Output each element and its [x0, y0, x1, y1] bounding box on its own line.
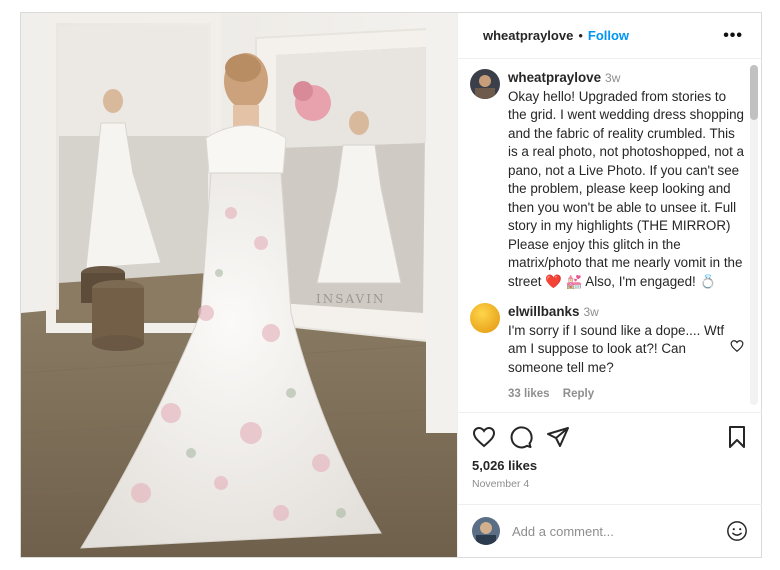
comment-username[interactable]: elwillbanks — [508, 304, 579, 319]
comment-time[interactable]: 3w — [605, 71, 620, 85]
like-comment-icon[interactable] — [730, 339, 744, 358]
wedding-dress-photo: INSAVIN — [21, 13, 457, 557]
post-photo[interactable]: INSAVIN — [21, 13, 457, 557]
comment-time[interactable]: 3w — [583, 305, 598, 319]
svg-text:INSAVIN: INSAVIN — [316, 292, 385, 306]
emoji-smiley-icon[interactable] — [726, 520, 748, 542]
follow-button[interactable]: Follow — [588, 28, 629, 43]
add-comment-input[interactable]: Add a comment... — [512, 524, 726, 539]
header-username[interactable]: wheatpraylove — [483, 28, 573, 43]
post-side-panel: wheatpraylove • Follow ••• wheatpraylove… — [457, 13, 762, 557]
reply-button[interactable]: Reply — [563, 388, 594, 400]
comment-username[interactable]: wheatpraylove — [508, 70, 601, 85]
comment-bubble-icon[interactable] — [509, 425, 533, 449]
more-options-icon[interactable]: ••• — [723, 27, 743, 45]
avatar[interactable] — [470, 69, 500, 99]
list-item: elwillbanks 3w I'm sorry if I sound like … — [470, 303, 748, 404]
caption-text: Okay hello! Upgraded from stories to the… — [508, 88, 745, 289]
save-bookmark-icon[interactable] — [726, 425, 748, 449]
comments-list[interactable]: wheatpraylove 3w Okay hello! Upgraded fro… — [458, 59, 762, 412]
comment-text: I'm sorry if I sound like a dope.... Wtf… — [508, 322, 725, 375]
post-header: wheatpraylove • Follow ••• — [458, 13, 761, 59]
post-date[interactable]: November 4 — [472, 478, 748, 490]
add-comment-bar: Add a comment... — [458, 504, 762, 557]
like-heart-icon[interactable] — [472, 425, 496, 449]
comment-likes[interactable]: 33 likes — [508, 388, 550, 400]
scrollbar-thumb[interactable] — [750, 65, 758, 120]
header-separator: • — [578, 28, 583, 43]
avatar[interactable] — [470, 303, 500, 333]
post-actions: 5,026 likes November 4 — [458, 412, 762, 504]
share-paper-plane-icon[interactable] — [546, 425, 570, 449]
likes-count[interactable]: 5,026 likes — [472, 458, 748, 473]
avatar — [472, 517, 500, 545]
post-frame: INSAVIN wheatpraylove • Follow ••• wheat… — [20, 12, 762, 558]
comments-scrollbar[interactable] — [750, 65, 758, 405]
caption-comment: wheatpraylove 3w Okay hello! Upgraded fro… — [470, 69, 748, 291]
